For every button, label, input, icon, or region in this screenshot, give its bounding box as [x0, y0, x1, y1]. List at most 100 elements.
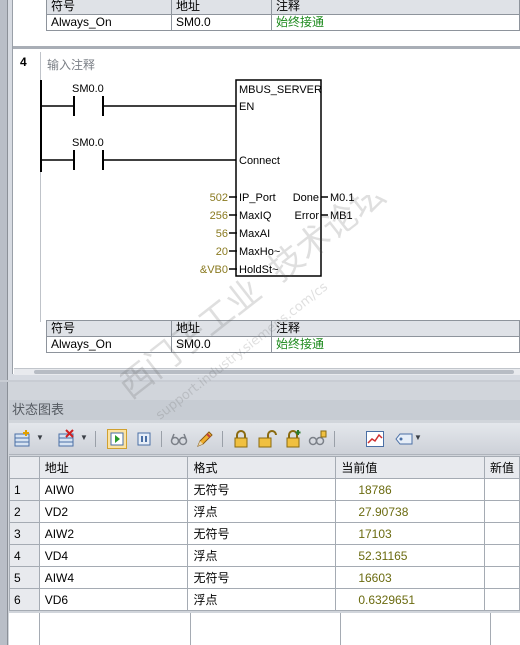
format-cell[interactable]: 浮点	[187, 588, 337, 611]
input-pin-1[interactable]: 256 MaxIQ	[210, 210, 272, 222]
input-pin-value[interactable]: 20	[216, 246, 228, 258]
toolbar-separator	[95, 431, 96, 447]
table-row[interactable]: 3 AIW2 无符号 17103	[9, 522, 520, 545]
current-value-cell: 0.6329651	[335, 588, 485, 611]
chevron-down-icon[interactable]: ▼	[80, 433, 88, 442]
format-cell[interactable]: 无符号	[187, 478, 337, 501]
grid-empty-area[interactable]	[9, 613, 520, 645]
ladder-network-diagram: SM0.0 SM0.0 MBUS_SERVER EN Connect 502 IP…	[40, 79, 355, 277]
address-cell[interactable]: VD4	[38, 544, 189, 567]
start-monitor-icon[interactable]	[107, 429, 127, 449]
symbol-address: SM0.0	[171, 336, 272, 353]
address-cell[interactable]: AIW4	[38, 566, 189, 589]
table-row[interactable]: 1 AIW0 无符号 18786	[9, 478, 520, 501]
address-cell[interactable]: AIW2	[38, 522, 189, 545]
grid-header-row: 地址 格式 当前值 新值	[9, 456, 520, 479]
pause-icon[interactable]	[134, 429, 154, 449]
lock-icon[interactable]	[231, 429, 251, 449]
contact2-label: SM0.0	[72, 137, 104, 149]
row-number: 6	[9, 588, 40, 611]
input-pin-value[interactable]: 256	[210, 210, 228, 222]
table-row[interactable]: 2 VD2 浮点 27.90738	[9, 500, 520, 523]
format-cell[interactable]: 无符号	[187, 522, 337, 545]
glasses-icon[interactable]	[169, 429, 189, 449]
row-number: 5	[9, 566, 40, 589]
contact-sm00-en[interactable]: SM0.0	[41, 83, 237, 116]
trend-icon[interactable]	[365, 429, 385, 449]
insert-row-icon[interactable]	[13, 429, 33, 449]
input-pin-4[interactable]: &VB0 HoldSt~	[200, 264, 279, 276]
current-value-cell: 18786	[335, 478, 485, 501]
output-pin-value[interactable]: MB1	[330, 210, 353, 222]
toolbar-separator	[334, 431, 335, 447]
new-value-cell[interactable]	[483, 522, 520, 545]
row-number-header	[9, 456, 40, 479]
toolbar-separator	[222, 431, 223, 447]
contact1-label: SM0.0	[72, 83, 104, 95]
output-pin-value[interactable]: M0.1	[330, 192, 354, 204]
col-format-header[interactable]: 格式	[187, 456, 337, 479]
address-cell[interactable]: AIW0	[38, 478, 189, 501]
input-pin-value[interactable]: &VB0	[200, 264, 228, 276]
col-address-header: 地址	[171, 320, 272, 337]
symbol-name: Always_On	[46, 336, 172, 353]
new-value-cell[interactable]	[483, 566, 520, 589]
row-number: 1	[9, 478, 40, 501]
new-value-cell[interactable]	[483, 544, 520, 567]
col-address-header[interactable]: 地址	[38, 456, 189, 479]
table-row[interactable]: 5 AIW4 无符号 16603	[9, 566, 520, 589]
status-chart-grid: 地址 格式 当前值 新值 1 AIW0 无符号 18786 2 VD2 浮点 2…	[9, 456, 520, 611]
col-comment-header: 注释	[271, 320, 520, 337]
input-pin-0[interactable]: 502 IP_Port	[210, 192, 276, 204]
chevron-down-icon[interactable]: ▼	[414, 433, 422, 442]
format-cell[interactable]: 浮点	[187, 544, 337, 567]
format-cell[interactable]: 浮点	[187, 500, 337, 523]
pane-left-border	[0, 382, 8, 645]
col-symbol-header: 符号	[46, 320, 172, 337]
address-cell[interactable]: VD2	[38, 500, 189, 523]
col-current-value-header[interactable]: 当前值	[335, 456, 485, 479]
row-number: 4	[9, 544, 40, 567]
output-pin-name: Done	[293, 192, 319, 204]
force-icon[interactable]	[283, 429, 303, 449]
grid-divider	[190, 613, 191, 645]
block-name: MBUS_SERVER	[239, 84, 322, 96]
row-number: 2	[9, 500, 40, 523]
status-chart-title: 状态图表	[9, 400, 520, 420]
read-force-icon[interactable]	[307, 429, 327, 449]
input-pin-name: MaxIQ	[239, 210, 272, 222]
input-pin-name: IP_Port	[239, 192, 276, 204]
table-row[interactable]: 4 VD4 浮点 52.31165	[9, 544, 520, 567]
input-pin-name: MaxAI	[239, 228, 270, 240]
grid-divider	[340, 613, 341, 645]
block-en-pin: EN	[239, 101, 254, 113]
unlock-icon[interactable]	[257, 429, 277, 449]
input-pin-value[interactable]: 56	[216, 228, 228, 240]
pencil-icon[interactable]	[195, 429, 215, 449]
contact-sm00-connect[interactable]: SM0.0	[41, 137, 237, 170]
scrollbar-thumb[interactable]	[34, 370, 514, 374]
current-value-cell: 16603	[335, 566, 485, 589]
address-cell[interactable]: VD6	[38, 588, 189, 611]
tag-icon[interactable]	[394, 429, 414, 449]
new-value-cell[interactable]	[483, 500, 520, 523]
table-row[interactable]: 6 VD6 浮点 0.6329651	[9, 588, 520, 611]
chevron-down-icon[interactable]: ▼	[36, 433, 44, 442]
ladder-horizontal-scrollbar[interactable]	[14, 368, 520, 375]
input-pin-2[interactable]: 56 MaxAI	[216, 228, 270, 240]
new-value-cell[interactable]	[483, 478, 520, 501]
row-number: 3	[9, 522, 40, 545]
output-pin-1[interactable]: Error MB1	[295, 210, 353, 222]
input-pin-3[interactable]: 20 MaxHo~	[216, 246, 281, 258]
format-cell[interactable]: 无符号	[187, 566, 337, 589]
output-pin-name: Error	[295, 210, 320, 222]
delete-row-icon[interactable]	[57, 429, 77, 449]
symbol-comment: 始终接通	[271, 336, 520, 353]
input-pin-value[interactable]: 502	[210, 192, 228, 204]
col-new-value-header[interactable]: 新值	[483, 456, 520, 479]
symbol-row[interactable]: Always_On SM0.0 始终接通	[46, 336, 520, 353]
status-chart-toolbar: ▼ ▼ ▼	[9, 423, 520, 455]
symbol-table-header: 符号 地址 注释	[46, 320, 520, 337]
new-value-cell[interactable]	[483, 588, 520, 611]
output-pin-0[interactable]: Done M0.1	[293, 192, 355, 204]
